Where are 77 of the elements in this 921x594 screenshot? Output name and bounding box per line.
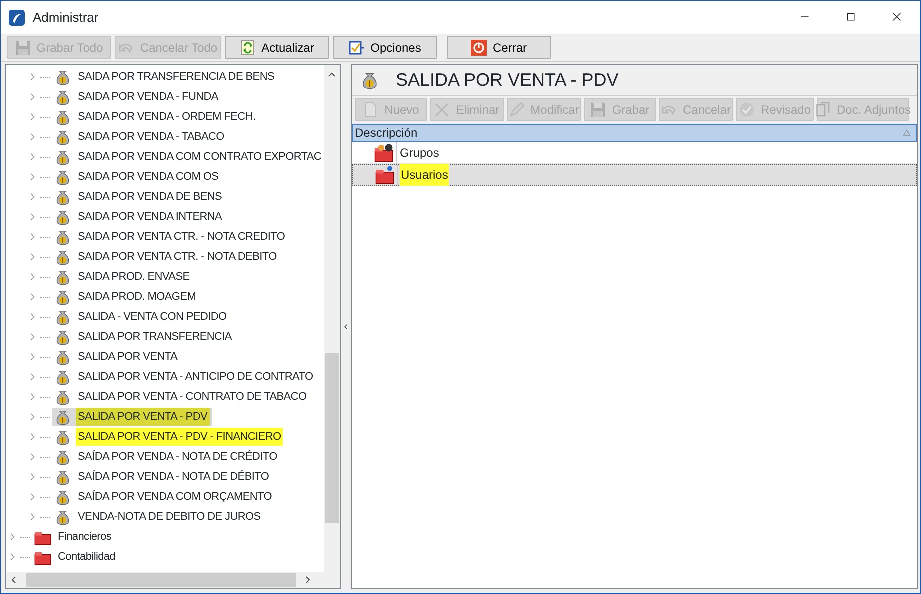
cross-icon xyxy=(434,102,450,118)
money-bag-icon xyxy=(54,128,72,146)
money-bag-icon xyxy=(54,88,72,106)
checkmark-icon xyxy=(738,102,755,118)
tree-item[interactable]: SAIDA POR VENDA - FUNDA xyxy=(76,88,220,106)
tree-item[interactable]: SAIDA POR VENDA DE BENS xyxy=(76,188,224,206)
money-bag-icon xyxy=(54,508,72,526)
scroll-thumb[interactable] xyxy=(26,573,296,587)
column-label: Descripción xyxy=(355,125,418,142)
money-bag-icon xyxy=(54,368,72,386)
tree-item[interactable]: SAÍDA POR VENDA - NOTA DE DÉBITO xyxy=(76,468,272,486)
money-bag-icon xyxy=(54,448,72,466)
tree-item[interactable]: SAÍDA POR VENDA COM ORÇAMENTO xyxy=(76,488,274,506)
user-group-icon xyxy=(374,142,394,162)
checklist-icon xyxy=(348,40,365,56)
tree-item[interactable]: SALIDA POR VENTA xyxy=(76,348,180,366)
tree-item[interactable]: SAIDA POR VENDA COM OS xyxy=(76,168,221,186)
tree-item[interactable]: SALIDA POR VENTA - ANTICIPO DE CONTRATO xyxy=(76,368,316,386)
tree-item[interactable]: SAIDA POR VENDA INTERNA xyxy=(76,208,224,226)
user-folder-icon xyxy=(375,165,395,185)
money-bag-icon xyxy=(54,408,72,426)
money-bag-icon xyxy=(54,208,72,226)
tree-item[interactable]: SAIDA PROD. MOAGEM xyxy=(76,288,198,306)
tree-item[interactable]: SAÍDA POR VENDA - NOTA DE CRÉDITO xyxy=(76,448,280,466)
money-bag-icon xyxy=(54,328,72,346)
sort-arrow-icon xyxy=(902,128,912,138)
money-bag-icon xyxy=(54,228,72,246)
money-bag-icon xyxy=(54,428,72,446)
scroll-thumb[interactable] xyxy=(325,353,339,523)
tree-item[interactable]: Contabilidad xyxy=(56,548,118,566)
floppy-icon xyxy=(590,102,606,118)
floppy-icon xyxy=(14,40,31,56)
vertical-scrollbar[interactable] xyxy=(324,65,340,572)
tree-item[interactable]: SALIDA POR VENTA - PDV - FINANCIERO xyxy=(76,428,284,446)
money-bag-icon xyxy=(54,248,72,266)
power-icon xyxy=(470,40,487,56)
pencil-icon xyxy=(508,102,525,118)
money-bag-icon xyxy=(54,288,72,306)
table-cell[interactable]: Grupos xyxy=(399,142,440,164)
money-bag-icon xyxy=(54,68,72,86)
attachment-icon xyxy=(814,102,831,118)
money-bag-icon xyxy=(54,388,72,406)
tree-item[interactable]: SAIDA POR VENTA CTR. - NOTA CREDITO xyxy=(76,228,288,246)
tree-item[interactable]: SALIDA - VENTA CON PEDIDO xyxy=(76,308,229,326)
tree-item[interactable]: SAIDA POR VENDA - TABACO xyxy=(76,128,226,146)
horizontal-scrollbar[interactable] xyxy=(6,572,340,588)
money-bag-icon xyxy=(54,468,72,486)
money-bag-icon xyxy=(54,108,72,126)
money-bag-icon xyxy=(54,488,72,506)
money-bag-icon xyxy=(54,168,72,186)
tree-item[interactable]: SAIDA POR TRANSFERENCIA DE BENS xyxy=(76,68,276,86)
tree-item[interactable]: VENDA-NOTA DE DEBITO DE JUROS xyxy=(76,508,263,526)
tree-item[interactable]: SAIDA PROD. ENVASE xyxy=(76,268,192,286)
column-header[interactable]: Descripción xyxy=(352,124,917,142)
tree-item[interactable]: Financieros xyxy=(56,528,114,546)
maximize-button[interactable] xyxy=(845,11,857,24)
money-bag-icon xyxy=(54,188,72,206)
toolbar-button[interactable]: Cerrar xyxy=(447,36,551,59)
window-title: Administrar xyxy=(33,8,100,27)
tree-item[interactable]: SAIDA POR VENTA CTR. - NOTA DEBITO xyxy=(76,248,279,266)
refresh-icon xyxy=(240,40,256,56)
tree-item[interactable]: SALIDA POR VENTA - PDV xyxy=(76,408,210,426)
tree-item[interactable]: SALIDA POR VENTA - CONTRATO DE TABACO xyxy=(76,388,309,406)
panel-title: SALIDA POR VENTA - PDV xyxy=(396,68,619,92)
table-cell[interactable]: Usuarios xyxy=(400,164,450,186)
toolbar-button[interactable]: Opciones xyxy=(333,36,437,59)
tree-item[interactable]: SAIDA POR VENDA COM CONTRATO EXPORTAC xyxy=(76,148,324,166)
document-icon xyxy=(362,102,379,118)
money-bag-icon xyxy=(54,348,72,366)
toolbar-button[interactable]: Actualizar xyxy=(225,36,329,59)
tree-item[interactable]: SAIDA POR VENDA - ORDEM FECH. xyxy=(76,108,258,126)
tree-item[interactable]: SALIDA POR TRANSFERENCIA xyxy=(76,328,234,346)
money-bag-icon xyxy=(54,268,72,286)
app-logo-icon xyxy=(9,10,25,26)
money-bag-icon xyxy=(54,148,72,166)
money-bag-icon xyxy=(54,308,72,326)
close-button[interactable] xyxy=(891,11,903,24)
